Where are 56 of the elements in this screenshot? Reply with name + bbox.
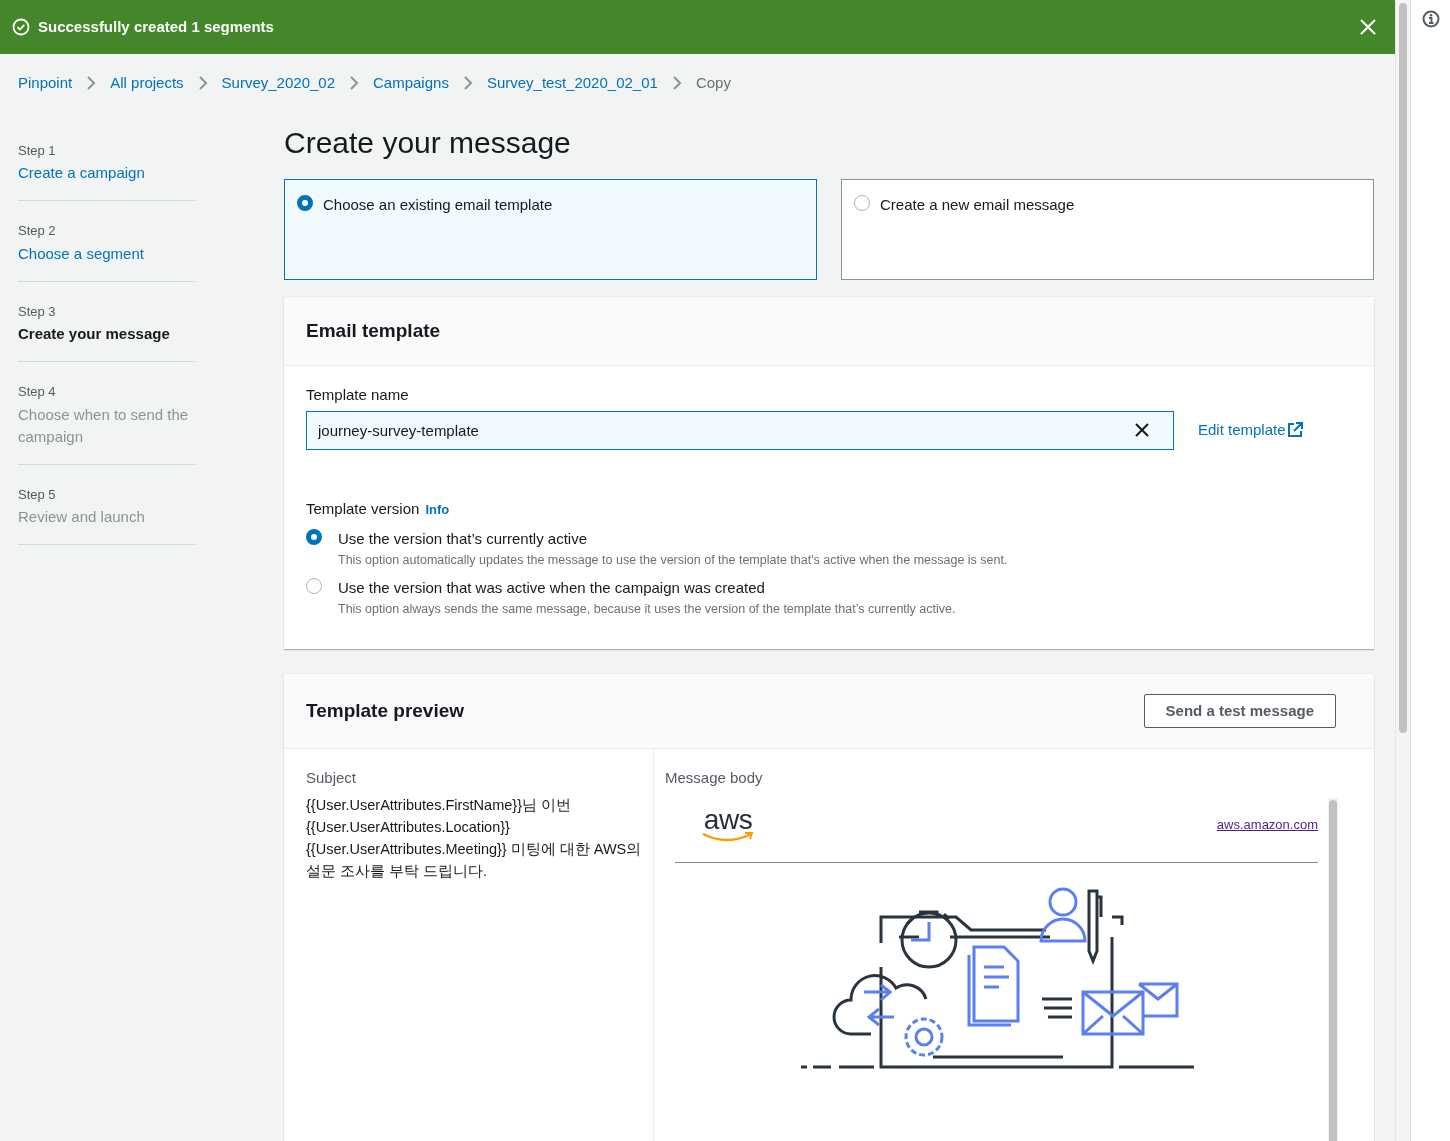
panel-title: Template preview [306, 698, 465, 723]
scrollbar-thumb[interactable] [1399, 3, 1407, 733]
step-label: Step 3 [18, 302, 57, 321]
field-label: Template name [306, 385, 410, 405]
field-label: Subject [306, 768, 358, 788]
success-icon [12, 18, 30, 36]
template-name-field[interactable]: journey-survey-template [306, 410, 1174, 450]
logo-text: aws [703, 807, 753, 832]
step-title: Create your message [18, 324, 171, 344]
radio-button[interactable] [306, 578, 322, 595]
radio-button[interactable] [297, 194, 313, 211]
breadcrumb-link[interactable]: Campaigns [373, 72, 449, 95]
chevron-right-icon [462, 75, 473, 92]
info-link[interactable]: Info [425, 501, 450, 517]
chevron-right-icon [671, 75, 682, 92]
edit-template-link[interactable]: Edit template [1198, 418, 1303, 442]
breadcrumb-link[interactable]: Pinpoint [18, 72, 73, 95]
step-title: Choose when to send the campaign [18, 404, 190, 447]
chevron-right-icon [349, 75, 359, 92]
send-test-button[interactable]: Send a test message [1143, 693, 1336, 728]
step-label: Step 5 [18, 485, 57, 504]
option-description: This option automatically updates the message to use the version of the template that's active when the message is sent. [338, 551, 1008, 569]
option-tile[interactable]: Choose an existing email template [284, 178, 817, 280]
subject-text: {{User.UserAttributes.FirstName}}님 이번 {{User.UserAttributes.Location}} {{User.UserAttributes.Meeting}} 미팅에 대한 AWS의 설문 조사를 부탁 드립니다. [306, 795, 643, 881]
breadcrumb-link[interactable]: Survey_2020_02 [221, 72, 335, 95]
panel-title: Email template [306, 318, 441, 343]
option-label: Use the version that was active when the campaign was created [338, 578, 766, 599]
success-message: Successfully created 1 segments [38, 16, 274, 37]
option-label: Use the version that’s currently active [338, 529, 588, 549]
smile-arrow-icon [701, 831, 755, 842]
option-description: This option always sends the same message, because it uses the version of the template that’s currently active. [338, 600, 956, 618]
website-link[interactable]: aws.amazon.com [1216, 814, 1318, 835]
external-link-icon [1286, 422, 1303, 438]
field-label: Message body [665, 768, 764, 788]
option-label: Choose an existing email template [323, 194, 553, 215]
chevron-right-icon [197, 75, 208, 92]
scrollbar-thumb[interactable] [1329, 799, 1337, 1141]
step-title[interactable]: Create a campaign [18, 162, 195, 184]
option-tile[interactable]: Create a new email message [841, 178, 1374, 280]
breadcrumb-link[interactable]: Survey_test_2020_02_01 [486, 72, 658, 95]
step-label: Step 1 [18, 141, 57, 160]
page-title: Create your message [284, 124, 572, 161]
radio-button[interactable] [306, 529, 322, 545]
close-button[interactable] [1359, 18, 1377, 36]
option-label: Create a new email message [880, 194, 1075, 215]
step-title: Review and launch [18, 507, 146, 527]
field-label: Template version [306, 499, 420, 517]
step-label: Step 4 [18, 383, 57, 401]
step-title[interactable]: Choose a segment [18, 242, 195, 265]
breadcrumb-current: Copy [695, 73, 731, 93]
radio-button[interactable] [854, 194, 870, 211]
info-icon[interactable] [1421, 10, 1440, 28]
step-label: Step 2 [18, 222, 57, 240]
breadcrumb-link[interactable]: All projects [110, 72, 184, 95]
chevron-right-icon [86, 75, 97, 92]
clear-icon[interactable] [1134, 421, 1150, 438]
